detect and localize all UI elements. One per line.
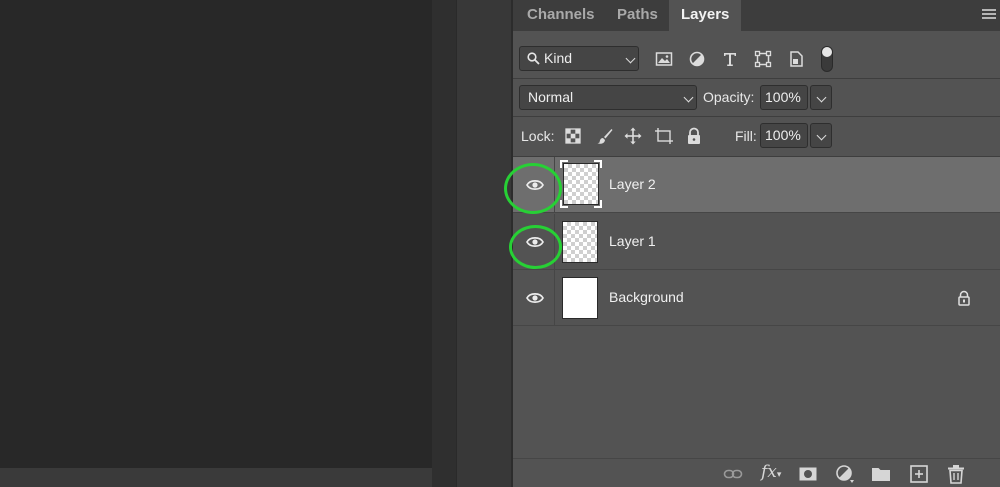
opacity-value: 100% bbox=[765, 89, 801, 105]
layer-row-background[interactable]: Background bbox=[513, 270, 1000, 326]
panel-menu-icon[interactable] bbox=[982, 9, 996, 21]
blend-mode-select[interactable]: Normal bbox=[519, 85, 697, 110]
chevron-down-icon bbox=[683, 92, 694, 103]
type-filter-icon[interactable] bbox=[721, 50, 739, 68]
lock-position-icon[interactable] bbox=[624, 127, 642, 145]
selection-corner bbox=[560, 160, 568, 168]
add-mask-icon[interactable] bbox=[798, 464, 818, 484]
tab-paths[interactable]: Paths bbox=[605, 0, 670, 31]
selection-corner bbox=[560, 200, 568, 208]
canvas-horizontal-scrollbar[interactable] bbox=[0, 468, 432, 487]
chevron-down-icon bbox=[816, 130, 827, 141]
visibility-column bbox=[513, 157, 555, 213]
layer-thumbnail[interactable] bbox=[562, 277, 598, 319]
new-group-icon[interactable] bbox=[871, 464, 891, 484]
lock-transparent-pixels-icon[interactable] bbox=[565, 128, 581, 144]
filter-toggle-switch[interactable] bbox=[821, 46, 833, 72]
filter-kind-select[interactable]: Kind bbox=[519, 46, 639, 71]
layer-lock-icon[interactable] bbox=[956, 290, 972, 306]
selection-corner bbox=[594, 160, 602, 168]
layers-bottom-toolbar: fx▾ bbox=[513, 458, 1000, 487]
layer-row-layer-1[interactable]: Layer 1 bbox=[513, 214, 1000, 270]
lock-image-pixels-icon[interactable] bbox=[596, 127, 614, 145]
blend-mode-value: Normal bbox=[528, 89, 574, 105]
lock-label: Lock: bbox=[521, 128, 555, 144]
fill-value: 100% bbox=[765, 127, 801, 143]
delete-layer-icon[interactable] bbox=[946, 464, 966, 484]
filter-kind-label: Kind bbox=[544, 50, 573, 66]
layer-thumbnail[interactable] bbox=[560, 160, 602, 208]
eye-icon[interactable] bbox=[526, 291, 544, 305]
chevron-down-icon bbox=[625, 53, 636, 64]
eye-icon[interactable] bbox=[526, 235, 544, 249]
new-adjustment-layer-icon[interactable] bbox=[835, 464, 855, 484]
divider bbox=[513, 116, 1000, 117]
chevron-down-icon bbox=[816, 92, 827, 103]
fill-input[interactable]: 100% bbox=[760, 123, 808, 148]
fx-dropdown-indicator: ▾ bbox=[776, 470, 782, 480]
image-filter-icon[interactable] bbox=[655, 50, 673, 68]
panel-gutter bbox=[432, 0, 456, 487]
shape-filter-icon[interactable] bbox=[754, 50, 772, 68]
search-icon bbox=[527, 52, 540, 65]
tab-channels[interactable]: Channels bbox=[515, 0, 607, 31]
visibility-column bbox=[513, 270, 555, 326]
visibility-column bbox=[513, 214, 555, 270]
fill-label: Fill: bbox=[735, 128, 757, 144]
fx-text: fx bbox=[761, 462, 777, 482]
lock-artboard-icon[interactable] bbox=[654, 127, 674, 145]
selection-corner bbox=[594, 200, 602, 208]
fill-dropdown-button[interactable] bbox=[810, 123, 832, 148]
opacity-label: Opacity: bbox=[703, 89, 755, 105]
layer-thumbnail[interactable] bbox=[562, 221, 598, 263]
document-canvas-area[interactable] bbox=[0, 0, 432, 468]
fx-icon[interactable]: fx▾ bbox=[761, 462, 781, 482]
layers-panel: Channels Paths Layers Kind Normal Opacit… bbox=[504, 0, 1000, 487]
collapsed-panel-dock bbox=[456, 0, 511, 487]
layer-name[interactable]: Background bbox=[609, 289, 684, 305]
adjustment-filter-icon[interactable] bbox=[688, 50, 706, 68]
divider bbox=[513, 78, 1000, 79]
layer-row-layer-2[interactable]: Layer 2 bbox=[513, 157, 1000, 213]
layer-name[interactable]: Layer 1 bbox=[609, 233, 656, 249]
lock-all-icon[interactable] bbox=[686, 127, 702, 145]
new-layer-icon[interactable] bbox=[909, 464, 929, 484]
link-layers-icon[interactable] bbox=[723, 464, 743, 484]
panel-tab-bar: Channels Paths Layers bbox=[513, 0, 1000, 31]
layer-name[interactable]: Layer 2 bbox=[609, 176, 656, 192]
tab-layers[interactable]: Layers bbox=[669, 0, 742, 31]
eye-icon[interactable] bbox=[526, 178, 544, 192]
smart-object-filter-icon[interactable] bbox=[787, 50, 805, 68]
opacity-input[interactable]: 100% bbox=[760, 85, 808, 110]
opacity-dropdown-button[interactable] bbox=[810, 85, 832, 110]
